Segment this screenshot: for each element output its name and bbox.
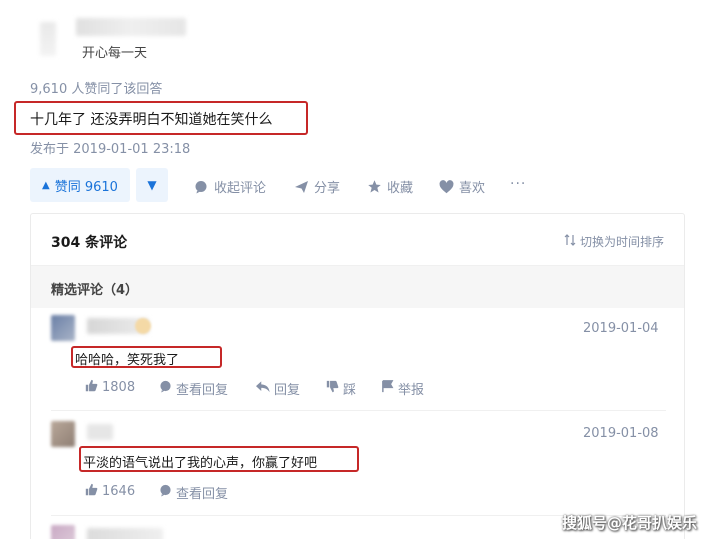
view-replies-button[interactable]: 查看回复	[159, 379, 228, 398]
like-button[interactable]: 喜欢	[438, 177, 485, 196]
comment-username[interactable]	[87, 424, 113, 440]
author-bio: 开心每一天	[82, 46, 148, 61]
answer-text: 十几年了 还没弄明白不知道她在笑什么	[30, 112, 273, 128]
more-options-icon[interactable]: ···	[510, 176, 526, 192]
comments-panel: 304 条评论 切换为时间排序 精选评论（4） 2019-01-04 哈哈哈，笑…	[30, 213, 685, 539]
sort-toggle-button[interactable]: 切换为时间排序	[564, 233, 664, 250]
author-name[interactable]	[76, 18, 186, 36]
downvote-button[interactable]: ▼	[136, 168, 168, 202]
reply-button[interactable]: 回复	[256, 379, 300, 398]
like-label: 喜欢	[459, 181, 486, 196]
favorite-label: 收藏	[387, 181, 414, 196]
answer-vote-count: 9,610 人赞同了该回答	[30, 82, 163, 97]
heart-icon	[438, 179, 454, 195]
comment-date: 2019-01-04	[583, 321, 659, 336]
upvote-button[interactable]: ▲ 赞同 9610	[30, 168, 130, 202]
sort-icon	[564, 234, 576, 249]
reply-label: 回复	[274, 383, 301, 398]
view-replies-label: 查看回复	[176, 383, 229, 398]
emoji-icon	[135, 318, 151, 334]
comment-avatar[interactable]	[51, 421, 75, 447]
dislike-label: 踩	[343, 383, 357, 398]
star-icon	[366, 179, 382, 195]
chat-bubble-icon	[159, 484, 172, 501]
triangle-down-icon: ▼	[147, 178, 157, 192]
comment-bubble-icon	[193, 179, 209, 195]
comment-divider	[51, 410, 666, 411]
dislike-button[interactable]: 踩	[326, 379, 356, 398]
comment-username[interactable]	[87, 528, 163, 539]
chat-bubble-icon	[159, 380, 172, 397]
share-button[interactable]: 分享	[293, 177, 340, 196]
comment-text: 哈哈哈，笑死我了	[75, 353, 180, 368]
featured-comments-bar: 精选评论（4）	[31, 266, 684, 308]
sort-toggle-label: 切换为时间排序	[579, 235, 664, 249]
comment-date: 2019-01-08	[583, 426, 659, 441]
featured-comments-label: 精选评论（4）	[51, 283, 139, 298]
collapse-comments-button[interactable]: 收起评论	[193, 177, 266, 196]
favorite-button[interactable]: 收藏	[366, 177, 413, 196]
thumbs-up-icon	[85, 379, 98, 396]
reply-arrow-icon	[256, 380, 270, 397]
view-replies-label: 查看回复	[176, 487, 229, 502]
report-label: 举报	[398, 383, 425, 398]
view-replies-button[interactable]: 查看回复	[159, 483, 228, 502]
report-button[interactable]: 举报	[381, 379, 424, 398]
collapse-comments-label: 收起评论	[214, 181, 267, 196]
comments-header: 304 条评论 切换为时间排序	[31, 214, 684, 266]
comment-text: 平淡的语气说出了我的心声，你赢了好吧	[83, 456, 318, 471]
triangle-up-icon: ▲	[42, 179, 50, 191]
thumbs-up-icon	[85, 483, 98, 500]
thumbs-down-icon	[326, 380, 339, 397]
upvote-label: 赞同 9610	[54, 179, 118, 195]
comment-like-count: 1646	[102, 484, 136, 499]
comment-avatar[interactable]	[51, 525, 75, 539]
comment-like-button[interactable]: 1808	[85, 379, 135, 396]
paper-plane-icon	[293, 179, 309, 195]
comment-like-button[interactable]: 1646	[85, 483, 135, 500]
comment-like-count: 1808	[102, 380, 136, 395]
comment-count: 304 条评论	[51, 235, 128, 251]
flag-icon	[381, 380, 394, 397]
share-label: 分享	[314, 181, 341, 196]
author-avatar[interactable]	[40, 22, 56, 56]
comment-avatar[interactable]	[51, 315, 75, 341]
answer-publish-time[interactable]: 发布于 2019-01-01 23:18	[30, 138, 190, 157]
watermark: 搜狐号@花哥扒娱乐	[561, 514, 697, 532]
